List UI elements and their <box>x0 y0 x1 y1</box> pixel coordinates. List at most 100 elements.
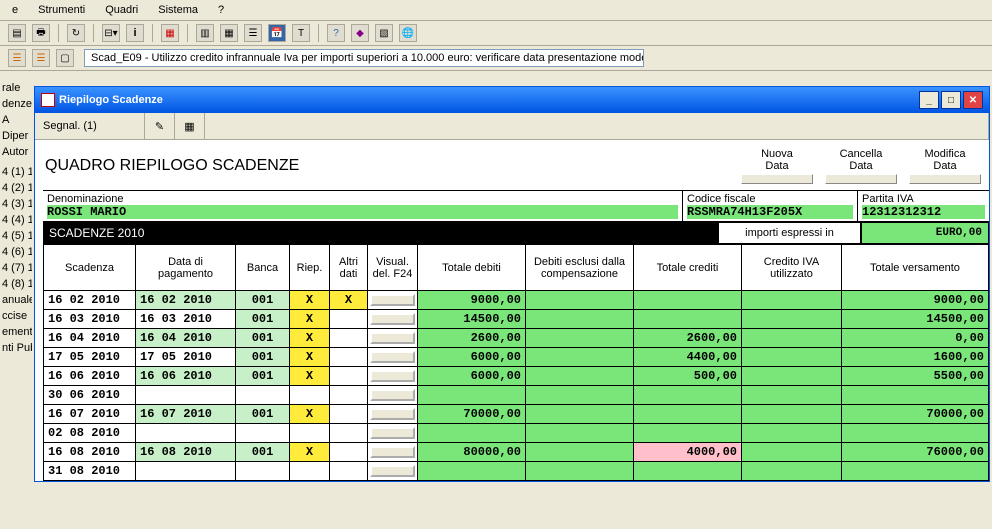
table-row[interactable]: 16 08 201016 08 2010001X80000,004000,007… <box>44 443 989 462</box>
table-row[interactable]: 16 03 201016 03 2010001X14500,0014500,00 <box>44 310 989 329</box>
cell <box>526 405 634 424</box>
cell: 001 <box>236 291 290 310</box>
cell: 70000,00 <box>842 405 989 424</box>
cell <box>290 462 330 481</box>
side-item[interactable]: A <box>0 112 32 128</box>
cell <box>742 291 842 310</box>
edit-icon[interactable]: ✎ <box>145 113 175 139</box>
cell <box>526 310 634 329</box>
help-icon[interactable]: ? <box>327 24 345 42</box>
box-icon[interactable]: ▢ <box>56 49 74 67</box>
lines2-icon[interactable]: ☰ <box>32 49 50 67</box>
side-item[interactable]: Autor <box>0 144 32 160</box>
cell: 001 <box>236 310 290 329</box>
segnal-button[interactable]: Segnal. (1) <box>35 113 145 139</box>
new-icon[interactable]: ▤ <box>8 24 26 42</box>
globe-icon[interactable]: 🌐 <box>399 24 417 42</box>
table-row[interactable]: 31 08 2010 <box>44 462 989 481</box>
titlebar: Riepilogo Scadenze _ □ ✕ <box>35 87 989 113</box>
message-box: Scad_E09 - Utilizzo credito infrannuale … <box>84 49 644 67</box>
tree-icon[interactable]: ⊟▾ <box>102 24 120 42</box>
table-row[interactable]: 16 07 201016 07 2010001X70000,0070000,00 <box>44 405 989 424</box>
side-item[interactable]: 4 (8) 1 <box>0 276 32 292</box>
f24-button[interactable] <box>370 389 415 401</box>
menu-item[interactable]: ? <box>214 2 228 18</box>
side-item[interactable]: 4 (5) 1 <box>0 228 32 244</box>
f24-button[interactable] <box>370 370 415 382</box>
cell <box>368 291 418 310</box>
menu-item[interactable]: e <box>8 2 22 18</box>
calendar-icon[interactable]: 📅 <box>268 24 286 42</box>
side-item[interactable]: 4 (1) 1 <box>0 164 32 180</box>
table-icon[interactable]: ▦ <box>161 24 179 42</box>
side-item[interactable]: ccise <box>0 308 32 324</box>
info-icon[interactable]: i <box>126 24 144 42</box>
lines-icon[interactable]: ☰ <box>8 49 26 67</box>
side-item[interactable]: nti Pub <box>0 340 32 356</box>
maximize-button[interactable]: □ <box>941 91 961 109</box>
side-item[interactable]: 4 (4) 1 <box>0 212 32 228</box>
cell <box>290 424 330 443</box>
table-row[interactable]: 16 06 201016 06 2010001X6000,00500,00550… <box>44 367 989 386</box>
table-row[interactable]: 30 06 2010 <box>44 386 989 405</box>
nuova-data-button[interactable]: NuovaData <box>741 148 813 184</box>
currency-value: EURO,00 <box>861 222 989 244</box>
side-item[interactable]: ementi <box>0 324 32 340</box>
side-item[interactable]: anuale <box>0 292 32 308</box>
cell: 16 03 2010 <box>44 310 136 329</box>
cell: 001 <box>236 443 290 462</box>
f24-button[interactable] <box>370 446 415 458</box>
menubar: e Strumenti Quadri Sistema ? <box>0 0 992 21</box>
f24-button[interactable] <box>370 332 415 344</box>
f24-button[interactable] <box>370 313 415 325</box>
side-item[interactable]: 4 (3) 1 <box>0 196 32 212</box>
sheet-icon[interactable]: ▦ <box>220 24 238 42</box>
menu-item[interactable]: Sistema <box>154 2 202 18</box>
f24-button[interactable] <box>370 408 415 420</box>
f24-button[interactable] <box>370 351 415 363</box>
close-button[interactable]: ✕ <box>963 91 983 109</box>
side-item[interactable]: 4 (2) 1 <box>0 180 32 196</box>
menu-item[interactable]: Strumenti <box>34 2 89 18</box>
table-row[interactable]: 02 08 2010 <box>44 424 989 443</box>
cell <box>330 462 368 481</box>
list-icon[interactable]: ☰ <box>244 24 262 42</box>
calc-icon[interactable]: ▦ <box>175 113 205 139</box>
f24-button[interactable] <box>370 427 415 439</box>
side-panel: raledenzeADiperAutor 4 (1) 14 (2) 14 (3) … <box>0 80 32 356</box>
cancella-data-button[interactable]: CancellaData <box>825 148 897 184</box>
cell <box>236 386 290 405</box>
f24-button[interactable] <box>370 465 415 477</box>
cell: X <box>290 291 330 310</box>
side-item[interactable]: denze <box>0 96 32 112</box>
f24-button[interactable] <box>370 294 415 306</box>
table-row[interactable]: 16 04 201016 04 2010001X2600,002600,000,… <box>44 329 989 348</box>
cell <box>634 405 742 424</box>
side-item[interactable]: Diper <box>0 128 32 144</box>
cell <box>136 424 236 443</box>
minimize-button[interactable]: _ <box>919 91 939 109</box>
chart-icon[interactable]: ▧ <box>375 24 393 42</box>
side-item[interactable]: 4 (7) 1 <box>0 260 32 276</box>
scadenze-table[interactable]: ScadenzaData di pagamentoBancaRiep.Altri… <box>43 244 989 481</box>
refresh-icon[interactable]: ↻ <box>67 24 85 42</box>
menu-item[interactable]: Quadri <box>101 2 142 18</box>
print-icon[interactable]: 🖶 <box>32 24 50 42</box>
modifica-data-button[interactable]: ModificaData <box>909 148 981 184</box>
cell <box>634 386 742 405</box>
table-row[interactable]: 16 02 201016 02 2010001XX9000,009000,00 <box>44 291 989 310</box>
cell <box>368 329 418 348</box>
side-item[interactable]: rale <box>0 80 32 96</box>
cell <box>368 405 418 424</box>
text-icon[interactable]: T <box>292 24 310 42</box>
column-header: Credito IVA utilizzato <box>742 245 842 291</box>
cell: 16 07 2010 <box>136 405 236 424</box>
side-item[interactable]: 4 (6) 1 <box>0 244 32 260</box>
cell: 31 08 2010 <box>44 462 136 481</box>
doc-icon[interactable]: ▥ <box>196 24 214 42</box>
cell: 500,00 <box>634 367 742 386</box>
book-icon[interactable]: ◆ <box>351 24 369 42</box>
cell <box>368 310 418 329</box>
cell: X <box>330 291 368 310</box>
table-row[interactable]: 17 05 201017 05 2010001X6000,004400,0016… <box>44 348 989 367</box>
